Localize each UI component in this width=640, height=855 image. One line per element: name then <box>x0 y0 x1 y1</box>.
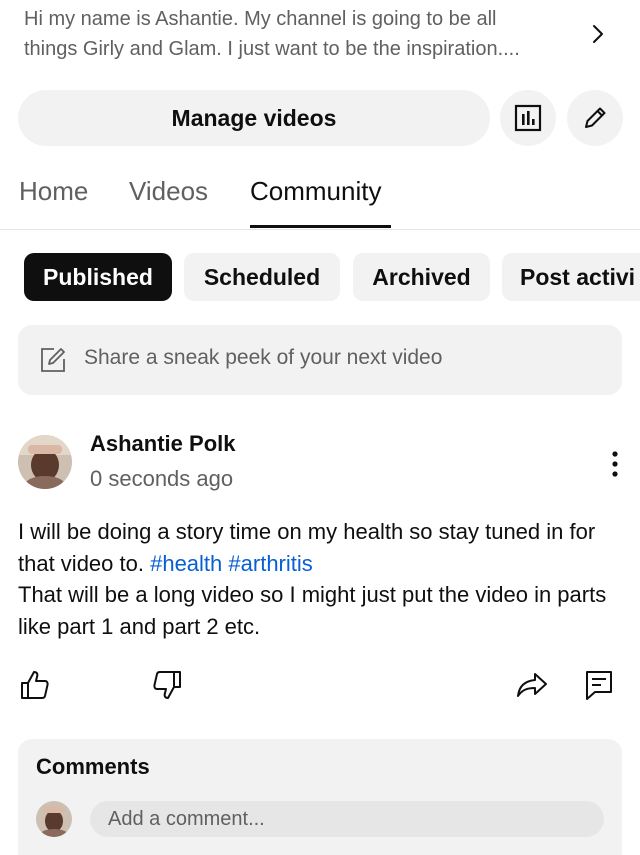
post-author[interactable]: Ashantie Polk <box>90 431 235 457</box>
edit-note-icon <box>41 348 65 372</box>
hashtag-arthritis[interactable]: #arthritis <box>228 551 312 576</box>
analytics-button[interactable] <box>500 90 556 146</box>
tab-videos[interactable]: Videos <box>129 176 208 207</box>
chevron-right-icon[interactable] <box>586 20 610 48</box>
tab-community[interactable]: Community <box>250 176 381 207</box>
chip-post-activity[interactable]: Post activi <box>502 253 640 301</box>
thumb-up-icon[interactable] <box>18 668 52 702</box>
chip-scheduled[interactable]: Scheduled <box>184 253 340 301</box>
edit-channel-button[interactable] <box>567 90 623 146</box>
chip-archived[interactable]: Archived <box>353 253 490 301</box>
channel-description[interactable]: Hi my name is Ashantie. My channel is go… <box>24 4 579 64</box>
post-timestamp: 0 seconds ago <box>90 466 234 491</box>
edit-pencil-icon <box>585 107 606 128</box>
manage-videos-button[interactable]: Manage videos <box>18 90 490 146</box>
thumb-down-icon[interactable] <box>150 668 184 702</box>
avatar[interactable] <box>18 435 72 489</box>
comment-icon[interactable] <box>582 668 616 702</box>
create-post-box[interactable]: Share a sneak peek of your next video <box>18 325 622 395</box>
post-text-2: That will be a long video so I might jus… <box>18 582 607 639</box>
post-body: I will be doing a story time on my healt… <box>18 516 628 642</box>
comments-title: Comments <box>36 754 150 779</box>
active-tab-indicator <box>250 225 391 228</box>
add-comment-input[interactable]: Add a comment... <box>90 801 604 837</box>
share-icon[interactable] <box>515 668 549 702</box>
channel-tabs: Home Videos Community <box>0 168 640 230</box>
tab-home[interactable]: Home <box>19 176 88 207</box>
analytics-icon <box>514 104 542 132</box>
create-post-placeholder: Share a sneak peek of your next video <box>84 346 443 369</box>
chip-published[interactable]: Published <box>24 253 172 301</box>
hashtag-health[interactable]: #health <box>150 551 222 576</box>
comment-avatar <box>36 801 72 837</box>
more-vert-icon[interactable] <box>600 448 630 480</box>
comments-section: Comments Add a comment... <box>18 739 622 855</box>
